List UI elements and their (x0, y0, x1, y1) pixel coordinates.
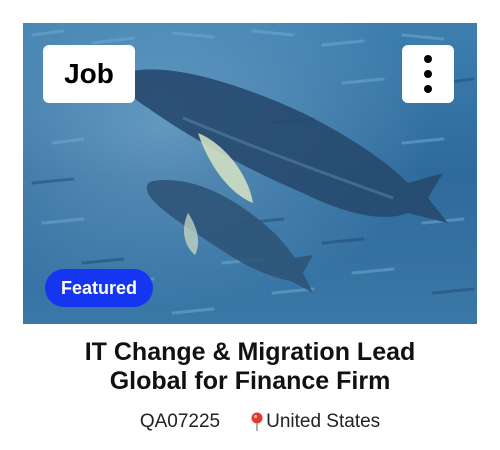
job-location: United States (250, 411, 380, 433)
job-meta: QA07225 United States (0, 408, 500, 436)
job-card[interactable]: Job Featured IT Change & Migration Lead … (0, 0, 500, 450)
featured-label: Featured (60, 277, 138, 298)
map-pin-icon (251, 412, 263, 431)
kebab-menu-icon (424, 55, 432, 63)
kebab-menu-icon-dot (424, 85, 432, 93)
kebab-menu-icon-dot (424, 70, 432, 78)
featured-badge: Featured (45, 269, 153, 307)
job-id: QA07225 (139, 411, 221, 432)
hero-image[interactable]: Job Featured (23, 23, 477, 324)
job-type-badge: Job (43, 45, 135, 103)
job-type-label: Job (64, 58, 114, 89)
more-options-button[interactable] (402, 45, 454, 103)
job-title-line1: IT Change & Migration Lead (84, 338, 416, 366)
job-title[interactable]: IT Change & Migration Lead Global for Fi… (20, 338, 480, 396)
job-title-line2: Global for Finance Firm (109, 367, 391, 395)
location-label: United States (266, 411, 381, 432)
